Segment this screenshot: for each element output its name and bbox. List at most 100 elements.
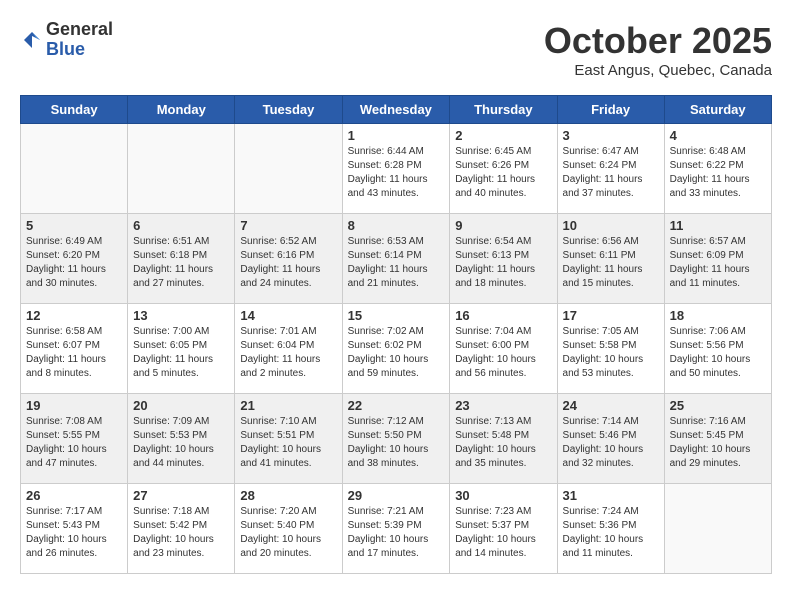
day-info: Sunrise: 6:58 AM Sunset: 6:07 PM Dayligh… [26, 325, 122, 381]
day-info: Sunrise: 7:02 AM Sunset: 6:02 PM Dayligh… [348, 325, 445, 381]
calendar-cell: 5 Sunrise: 6:49 AM Sunset: 6:20 PM Daylig… [21, 214, 128, 304]
day-number: 6 [133, 218, 229, 233]
calendar-cell: 4 Sunrise: 6:48 AM Sunset: 6:22 PM Daylig… [664, 124, 771, 214]
day-info: Sunrise: 7:18 AM Sunset: 5:42 PM Dayligh… [133, 505, 229, 561]
day-info: Sunrise: 6:54 AM Sunset: 6:13 PM Dayligh… [455, 235, 551, 291]
day-number: 25 [670, 398, 766, 413]
logo-blue: Blue [46, 40, 113, 60]
calendar-cell: 26Sunrise: 7:17 AM Sunset: 5:43 PM Dayli… [21, 484, 128, 574]
weekday-header: Sunday [21, 96, 128, 124]
day-number: 19 [26, 398, 122, 413]
logo-text: General Blue [46, 20, 113, 60]
calendar-cell [664, 484, 771, 574]
calendar-header-row: SundayMondayTuesdayWednesdayThursdayFrid… [21, 96, 772, 124]
calendar-cell: 1 Sunrise: 6:44 AM Sunset: 6:28 PM Daylig… [342, 124, 450, 214]
weekday-header: Saturday [664, 96, 771, 124]
day-number: 26 [26, 488, 122, 503]
calendar-cell: 18Sunrise: 7:06 AM Sunset: 5:56 PM Dayli… [664, 304, 771, 394]
day-info: Sunrise: 6:53 AM Sunset: 6:14 PM Dayligh… [348, 235, 445, 291]
calendar-cell: 8 Sunrise: 6:53 AM Sunset: 6:14 PM Daylig… [342, 214, 450, 304]
day-info: Sunrise: 6:52 AM Sunset: 6:16 PM Dayligh… [240, 235, 336, 291]
calendar-cell: 19 Sunrise: 7:08 AM Sunset: 5:55 PM Dayli… [21, 394, 128, 484]
calendar-cell: 7 Sunrise: 6:52 AM Sunset: 6:16 PM Daylig… [235, 214, 342, 304]
day-info: Sunrise: 7:04 AM Sunset: 6:00 PM Dayligh… [455, 325, 551, 381]
calendar-cell: 27Sunrise: 7:18 AM Sunset: 5:42 PM Dayli… [128, 484, 235, 574]
day-number: 28 [240, 488, 336, 503]
logo-general: General [46, 20, 113, 40]
location: East Angus, Quebec, Canada [544, 62, 772, 79]
calendar-cell: 14Sunrise: 7:01 AM Sunset: 6:04 PM Dayli… [235, 304, 342, 394]
day-number: 18 [670, 308, 766, 323]
logo: General Blue [20, 20, 113, 60]
calendar-cell: 29 Sunrise: 7:21 AM Sunset: 5:39 PM Dayli… [342, 484, 450, 574]
calendar-cell: 28Sunrise: 7:20 AM Sunset: 5:40 PM Dayli… [235, 484, 342, 574]
weekday-header: Friday [557, 96, 664, 124]
calendar-cell: 20 Sunrise: 7:09 AM Sunset: 5:53 PM Dayli… [128, 394, 235, 484]
day-info: Sunrise: 7:23 AM Sunset: 5:37 PM Dayligh… [455, 505, 551, 561]
month-title: October 2025 [544, 20, 772, 62]
title-block: October 2025 East Angus, Quebec, Canada [544, 20, 772, 79]
calendar-cell: 17 Sunrise: 7:05 AM Sunset: 5:58 PM Dayli… [557, 304, 664, 394]
day-info: Sunrise: 6:56 AM Sunset: 6:11 PM Dayligh… [563, 235, 659, 291]
day-number: 9 [455, 218, 551, 233]
day-info: Sunrise: 7:21 AM Sunset: 5:39 PM Dayligh… [348, 505, 445, 561]
day-number: 4 [670, 128, 766, 143]
day-number: 31 [563, 488, 659, 503]
day-info: Sunrise: 7:05 AM Sunset: 5:58 PM Dayligh… [563, 325, 659, 381]
day-number: 10 [563, 218, 659, 233]
day-number: 7 [240, 218, 336, 233]
day-number: 17 [563, 308, 659, 323]
day-number: 22 [348, 398, 445, 413]
day-number: 8 [348, 218, 445, 233]
weekday-header: Thursday [450, 96, 557, 124]
day-number: 21 [240, 398, 336, 413]
calendar-cell: 2Sunrise: 6:45 AM Sunset: 6:26 PM Daylig… [450, 124, 557, 214]
day-number: 11 [670, 218, 766, 233]
calendar-cell: 15 Sunrise: 7:02 AM Sunset: 6:02 PM Dayli… [342, 304, 450, 394]
calendar-week-row: 1 Sunrise: 6:44 AM Sunset: 6:28 PM Daylig… [21, 124, 772, 214]
day-info: Sunrise: 7:10 AM Sunset: 5:51 PM Dayligh… [240, 415, 336, 471]
calendar-cell: 16Sunrise: 7:04 AM Sunset: 6:00 PM Dayli… [450, 304, 557, 394]
calendar-table: SundayMondayTuesdayWednesdayThursdayFrid… [20, 95, 772, 574]
calendar-cell: 11 Sunrise: 6:57 AM Sunset: 6:09 PM Dayli… [664, 214, 771, 304]
calendar-cell [235, 124, 342, 214]
day-number: 1 [348, 128, 445, 143]
day-number: 3 [563, 128, 659, 143]
day-number: 13 [133, 308, 229, 323]
day-number: 23 [455, 398, 551, 413]
day-info: Sunrise: 7:24 AM Sunset: 5:36 PM Dayligh… [563, 505, 659, 561]
day-info: Sunrise: 7:09 AM Sunset: 5:53 PM Dayligh… [133, 415, 229, 471]
calendar-cell: 25Sunrise: 7:16 AM Sunset: 5:45 PM Dayli… [664, 394, 771, 484]
calendar-cell: 21 Sunrise: 7:10 AM Sunset: 5:51 PM Dayli… [235, 394, 342, 484]
day-info: Sunrise: 6:48 AM Sunset: 6:22 PM Dayligh… [670, 145, 766, 201]
day-info: Sunrise: 7:08 AM Sunset: 5:55 PM Dayligh… [26, 415, 122, 471]
day-info: Sunrise: 7:14 AM Sunset: 5:46 PM Dayligh… [563, 415, 659, 471]
page-header: General Blue October 2025 East Angus, Qu… [20, 20, 772, 79]
day-info: Sunrise: 7:13 AM Sunset: 5:48 PM Dayligh… [455, 415, 551, 471]
day-info: Sunrise: 6:47 AM Sunset: 6:24 PM Dayligh… [563, 145, 659, 201]
calendar-week-row: 12 Sunrise: 6:58 AM Sunset: 6:07 PM Dayli… [21, 304, 772, 394]
calendar-week-row: 5 Sunrise: 6:49 AM Sunset: 6:20 PM Daylig… [21, 214, 772, 304]
day-info: Sunrise: 6:57 AM Sunset: 6:09 PM Dayligh… [670, 235, 766, 291]
calendar-cell: 23 Sunrise: 7:13 AM Sunset: 5:48 PM Dayli… [450, 394, 557, 484]
calendar-cell: 13Sunrise: 7:00 AM Sunset: 6:05 PM Dayli… [128, 304, 235, 394]
day-number: 29 [348, 488, 445, 503]
day-info: Sunrise: 6:44 AM Sunset: 6:28 PM Dayligh… [348, 145, 445, 201]
day-number: 30 [455, 488, 551, 503]
calendar-cell: 10 Sunrise: 6:56 AM Sunset: 6:11 PM Dayli… [557, 214, 664, 304]
calendar-cell: 30 Sunrise: 7:23 AM Sunset: 5:37 PM Dayli… [450, 484, 557, 574]
day-number: 15 [348, 308, 445, 323]
day-number: 5 [26, 218, 122, 233]
day-info: Sunrise: 6:49 AM Sunset: 6:20 PM Dayligh… [26, 235, 122, 291]
logo-icon [20, 28, 44, 52]
weekday-header: Monday [128, 96, 235, 124]
day-info: Sunrise: 6:45 AM Sunset: 6:26 PM Dayligh… [455, 145, 551, 201]
day-info: Sunrise: 6:51 AM Sunset: 6:18 PM Dayligh… [133, 235, 229, 291]
weekday-header: Tuesday [235, 96, 342, 124]
day-number: 20 [133, 398, 229, 413]
day-number: 12 [26, 308, 122, 323]
calendar-cell: 3 Sunrise: 6:47 AM Sunset: 6:24 PM Daylig… [557, 124, 664, 214]
calendar-cell [21, 124, 128, 214]
day-number: 24 [563, 398, 659, 413]
calendar-week-row: 26Sunrise: 7:17 AM Sunset: 5:43 PM Dayli… [21, 484, 772, 574]
